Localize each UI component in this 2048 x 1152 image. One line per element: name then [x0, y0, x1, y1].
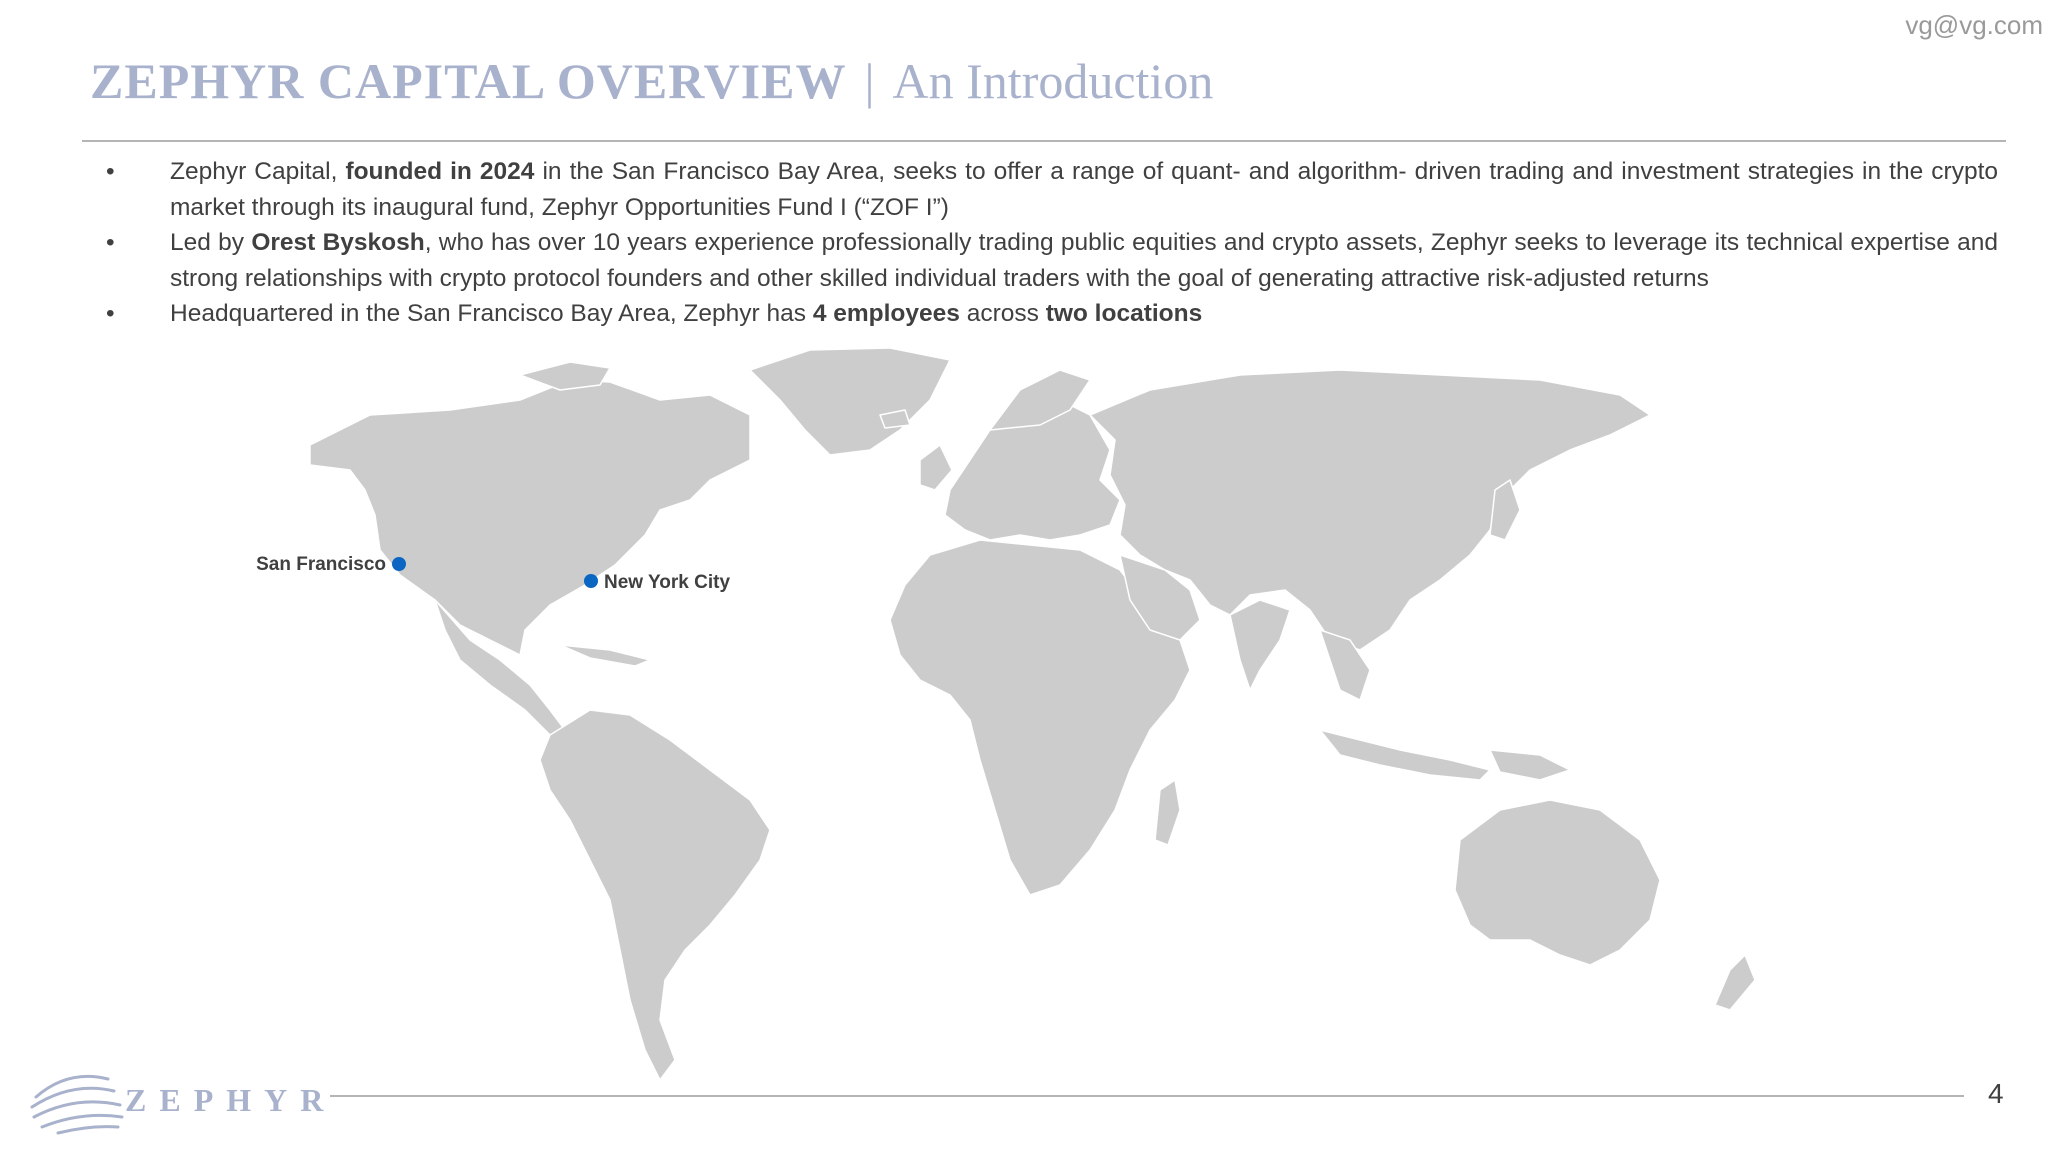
bullet-text: Led by — [170, 229, 252, 256]
bullet-highlight: two locations — [1045, 300, 1203, 327]
south-america-landmass — [539, 709, 771, 1081]
title-separator: | — [864, 53, 875, 109]
world-map: San Francisco New York City — [190, 340, 1850, 1090]
india-landmass — [1229, 599, 1291, 691]
bullet-highlight: Orest Byskosh — [251, 229, 425, 256]
page-number: 4 — [1988, 1078, 2004, 1109]
bullet-text: Headquartered in the San Francisco Bay A… — [170, 300, 813, 327]
title-subtitle: An Introduction — [892, 53, 1214, 109]
bullet-text: Zephyr Capital, — [170, 158, 346, 185]
indonesia-landmass — [1319, 729, 1491, 781]
greenland-landmass — [749, 347, 951, 456]
bullet-highlight: 4 employees — [812, 300, 960, 327]
bullet-highlight: founded in 2024 — [345, 158, 535, 185]
san-francisco-label: San Francisco — [256, 554, 386, 575]
zephyr-logo-wordmark: ZEPHYR — [125, 1082, 337, 1118]
footer-divider — [330, 1095, 1964, 1097]
bullet-glyph: • — [106, 300, 115, 327]
north-america-landmass — [309, 379, 751, 656]
new-zealand-landmass — [1714, 954, 1756, 1011]
overview-bullet: • Headquartered in the San Francisco Bay … — [100, 296, 1998, 332]
title-main: ZEPHYR CAPITAL OVERVIEW — [90, 53, 847, 109]
new-guinea-landmass — [1489, 749, 1571, 781]
new-york-city-label: New York City — [604, 572, 730, 593]
bullet-glyph: • — [106, 229, 115, 256]
bullet-text: , who has over 10 years experience profe… — [170, 229, 1998, 292]
canada-islands-landmass — [519, 361, 611, 391]
british-isles-landmass — [919, 444, 953, 491]
contact-email: vg@vg.com — [1905, 10, 2043, 40]
header-divider — [82, 140, 2006, 142]
australia-landmass — [1454, 799, 1661, 966]
overview-bullet-list: • Zephyr Capital, founded in 2024 in the … — [100, 154, 1998, 332]
bullet-glyph: • — [106, 158, 115, 185]
caribbean-landmass — [559, 644, 651, 667]
bullet-text: across — [959, 300, 1046, 327]
overview-bullet: • Zephyr Capital, founded in 2024 in the … — [100, 154, 1998, 225]
new-york-city-marker — [584, 574, 598, 588]
page-title: ZEPHYR CAPITAL OVERVIEW | An Introduction — [90, 52, 1213, 110]
overview-bullet: • Led by Orest Byskosh, who has over 10 y… — [100, 225, 1998, 296]
san-francisco-marker — [392, 557, 406, 571]
madagascar-landmass — [1154, 779, 1181, 846]
